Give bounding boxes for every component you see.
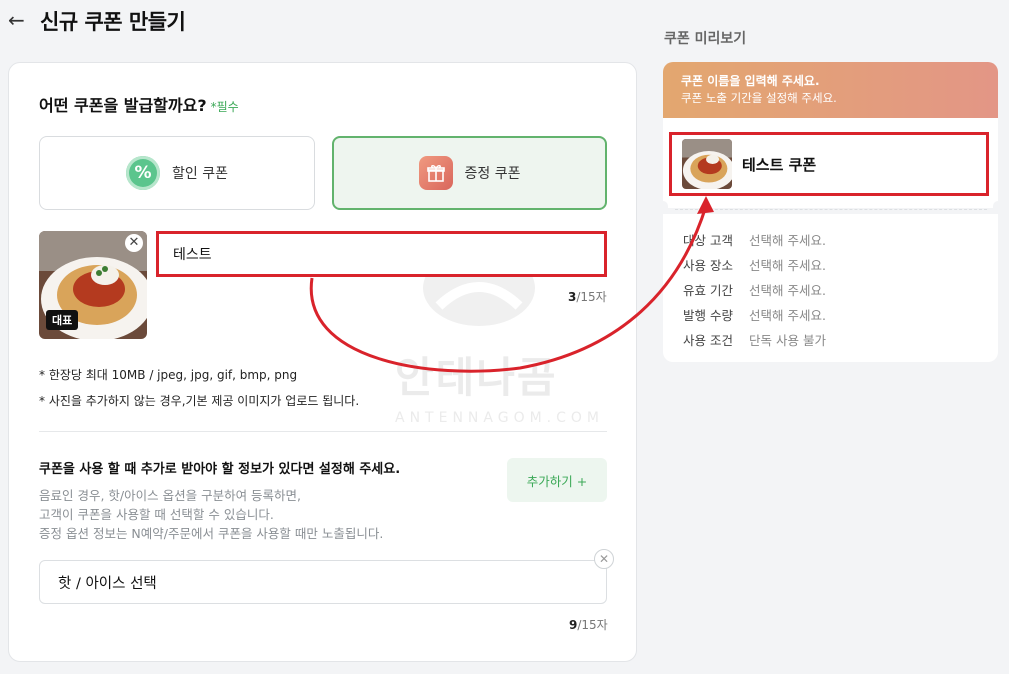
gift-coupon-label: 증정 쿠폰: [464, 166, 521, 182]
option-desc-line: 증정 옵션 정보는 N예약/주문에서 쿠폰을 사용할 때만 노출됩니다.: [39, 526, 384, 541]
gift-coupon-button[interactable]: 증정 쿠폰: [332, 136, 607, 210]
add-option-button[interactable]: 추가하기 +: [507, 458, 607, 502]
remove-image-icon[interactable]: ✕: [125, 234, 143, 252]
ticket-divider: [675, 209, 987, 210]
watermark-text: 안테나곰: [395, 353, 558, 402]
preview-row-quantity: 발행 수량 선택해 주세요.: [683, 308, 826, 323]
watermark-subtext: ANTENNAGOM.COM: [395, 410, 604, 426]
discount-coupon-label: 할인 쿠폰: [172, 166, 228, 182]
preview-coupon-item: 테스트 쿠폰: [669, 132, 989, 196]
preview-banner-line1: 쿠폰 이름을 입력해 주세요.: [681, 74, 820, 88]
option-section-title: 쿠폰을 사용 할 때 추가로 받아야 할 정보가 있다면 설정해 주세요.: [39, 462, 401, 477]
gift-icon: [418, 156, 453, 190]
preview-coupon-image: [682, 139, 732, 189]
divider: [39, 431, 607, 432]
preview-row-place: 사용 장소 선택해 주세요.: [683, 258, 826, 273]
coupon-type-question: 어떤 쿠폰을 발급할까요? *필수: [39, 96, 239, 115]
ticket-notch-right: [993, 201, 1003, 215]
default-image-note: * 사진을 추가하지 않는 경우,기본 제공 이미지가 업로드 됩니다.: [39, 394, 360, 408]
name-char-count: 3/15자: [568, 290, 607, 304]
preview-banner-line2: 쿠폰 노출 기간을 설정해 주세요.: [681, 91, 837, 105]
option-desc-line: 고객이 쿠폰을 사용할 때 선택할 수 있습니다.: [39, 507, 274, 522]
option-char-count: 9/15자: [569, 618, 608, 632]
preview-coupon-name: 테스트 쿠폰: [742, 155, 817, 174]
image-size-note: * 한장당 최대 10MB / jpeg, jpg, gif, bmp, png: [39, 368, 298, 382]
preview-label: 쿠폰 미리보기: [664, 31, 747, 47]
percent-icon: %: [126, 156, 160, 190]
preview-banner: 쿠폰 이름을 입력해 주세요. 쿠폰 노출 기간을 설정해 주세요.: [663, 62, 998, 118]
option-desc-line: 음료인 경우, 핫/아이스 옵션을 구분하여 등록하면,: [39, 488, 302, 503]
clear-option-icon[interactable]: ✕: [594, 549, 614, 569]
ticket-notch-left: [658, 201, 668, 215]
required-mark: *필수: [210, 100, 239, 114]
page-title: 신규 쿠폰 만들기: [40, 10, 186, 34]
representative-badge: 대표: [46, 310, 79, 330]
preview-row-target: 대상 고객 선택해 주세요.: [683, 233, 826, 248]
preview-row-condition: 사용 조건 단독 사용 불가: [683, 333, 826, 348]
back-arrow-icon[interactable]: ←: [8, 8, 32, 32]
coupon-name-input[interactable]: 테스트: [156, 231, 607, 277]
discount-coupon-button[interactable]: % 할인 쿠폰: [39, 136, 315, 210]
option-input[interactable]: 핫 / 아이스 선택: [39, 560, 607, 604]
preview-row-period: 유효 기간 선택해 주세요.: [683, 283, 826, 298]
